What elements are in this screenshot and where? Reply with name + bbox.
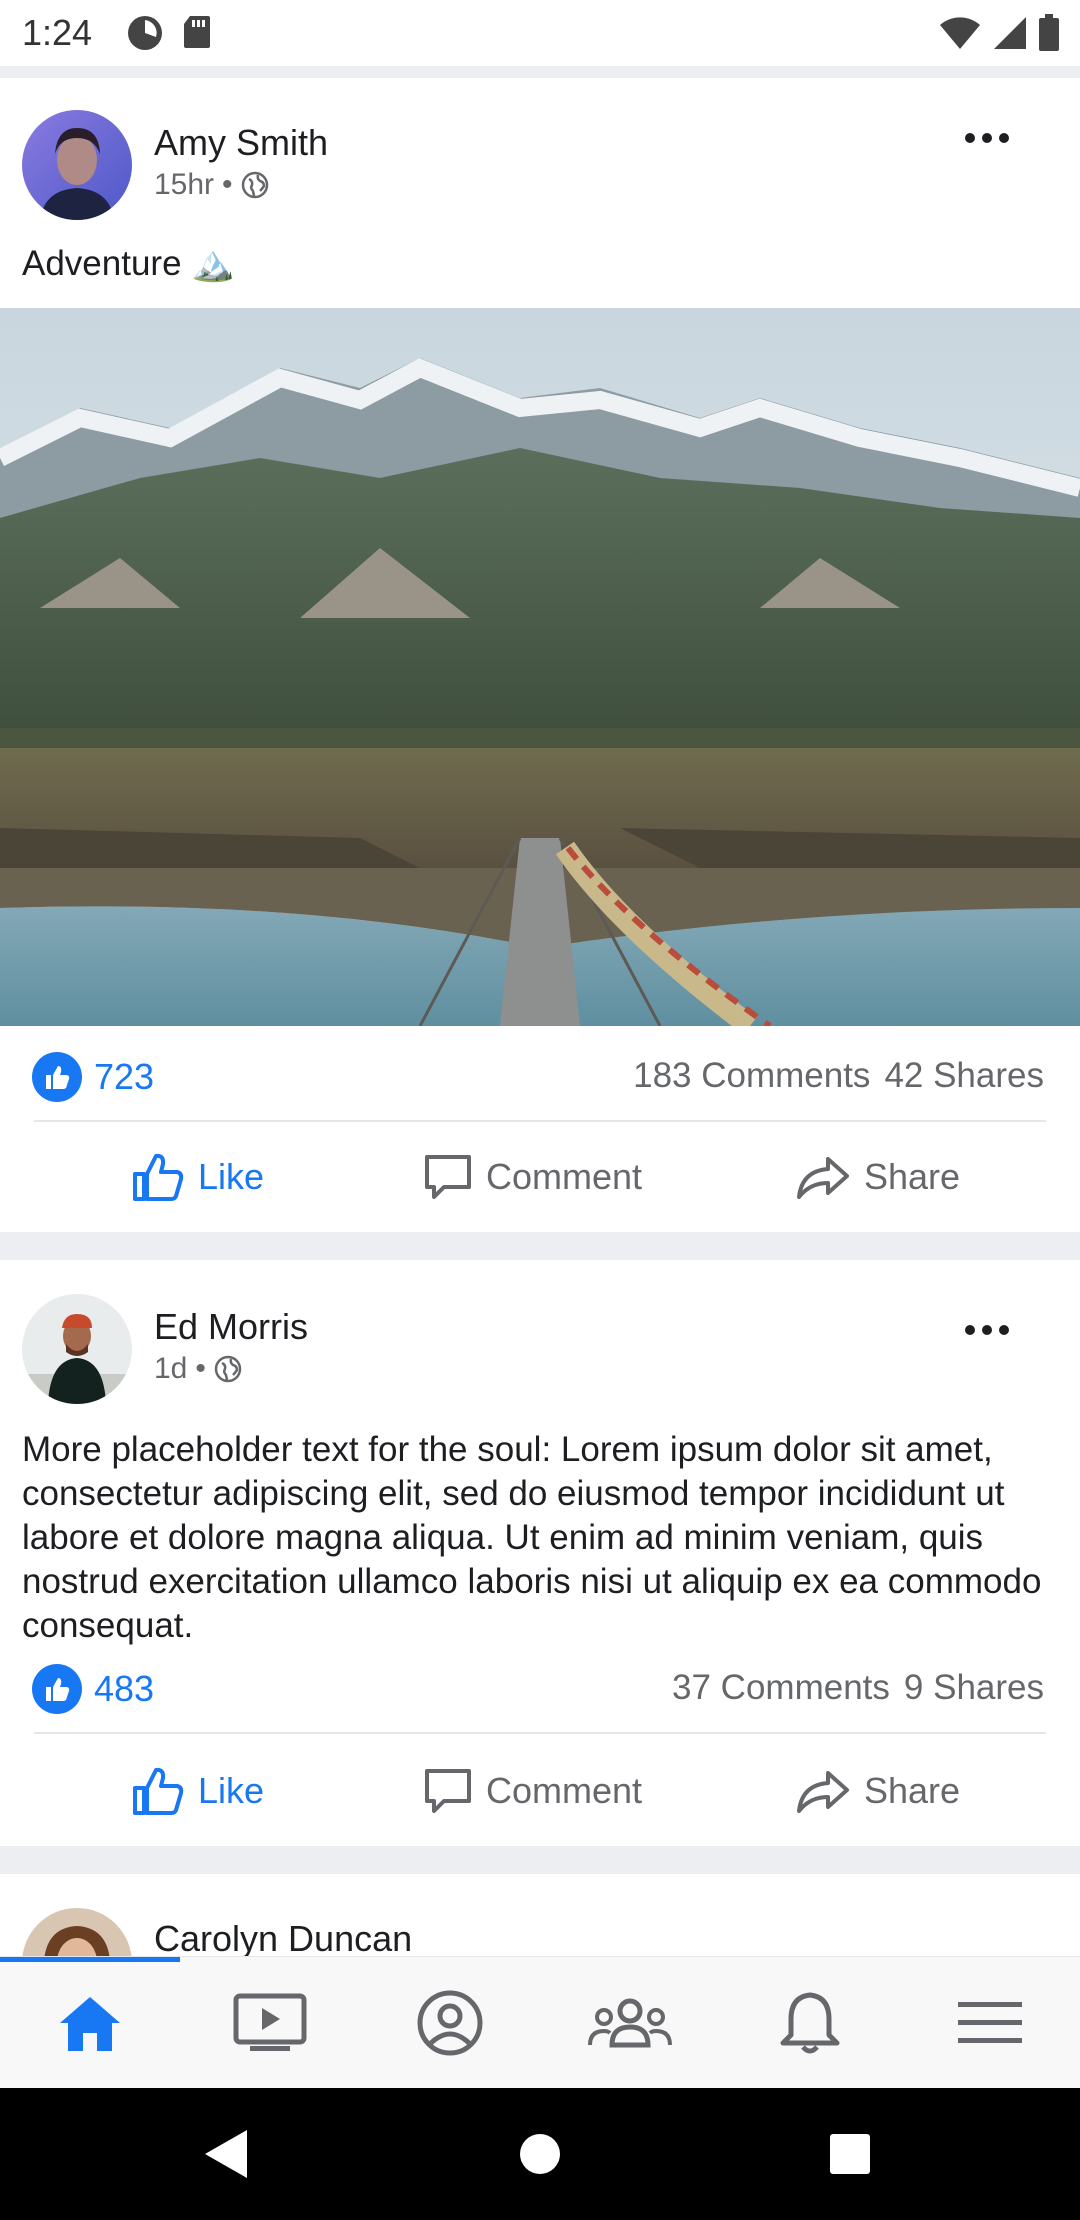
notifications-icon bbox=[780, 1992, 840, 2054]
comment-button[interactable]: Comment bbox=[424, 1132, 642, 1222]
share-count[interactable]: 9 Shares bbox=[904, 1668, 1044, 1708]
sd-card-icon bbox=[184, 16, 210, 48]
like-label: Like bbox=[198, 1156, 265, 1197]
comment-label: Comment bbox=[486, 1770, 643, 1811]
feed-separator bbox=[0, 1846, 1080, 1874]
status-time: 1:24 bbox=[22, 12, 93, 53]
like-count[interactable]: 723 bbox=[94, 1056, 154, 1098]
more-options-button[interactable] bbox=[952, 1310, 1022, 1350]
post-time: 15hr bbox=[154, 168, 215, 201]
bottom-navigation bbox=[0, 1956, 1080, 2088]
profile-icon bbox=[417, 1990, 483, 2056]
like-count[interactable]: 483 bbox=[94, 1668, 154, 1710]
nav-menu[interactable] bbox=[900, 1979, 1080, 2067]
thumbs-up-icon bbox=[133, 1153, 184, 1201]
post-time: 1d bbox=[154, 1352, 188, 1385]
comment-count[interactable]: 183 Comments bbox=[633, 1056, 870, 1096]
share-label: Share bbox=[864, 1770, 961, 1811]
post-card: Ed Morris 1d • More placeholder text for… bbox=[0, 1260, 1080, 1846]
home-icon bbox=[60, 1997, 120, 2051]
share-button[interactable]: Share bbox=[796, 1132, 960, 1222]
feed-separator bbox=[0, 66, 1080, 78]
author-name[interactable]: Carolyn Duncan bbox=[154, 1918, 412, 1956]
globe-icon bbox=[241, 171, 268, 199]
comment-label: Comment bbox=[486, 1156, 643, 1197]
like-button[interactable]: Like bbox=[132, 1746, 264, 1836]
author-name[interactable]: Ed Morris bbox=[154, 1306, 308, 1348]
recents-button[interactable] bbox=[820, 2124, 880, 2184]
comment-count[interactable]: 37 Comments bbox=[672, 1668, 890, 1708]
avatar[interactable] bbox=[22, 1294, 132, 1404]
back-icon bbox=[205, 2130, 247, 2178]
battery-icon bbox=[1039, 14, 1059, 51]
divider bbox=[34, 1120, 1046, 1122]
wifi-icon bbox=[940, 17, 980, 49]
video-icon bbox=[233, 1993, 307, 2051]
comment-button[interactable]: Comment bbox=[424, 1746, 642, 1836]
nav-profile[interactable] bbox=[360, 1979, 540, 2067]
thumbs-up-icon bbox=[133, 1767, 184, 1815]
post-card: Carolyn Duncan bbox=[0, 1874, 1080, 1956]
share-label: Share bbox=[864, 1156, 961, 1197]
post-card: Amy Smith 15hr • Adventure 🏔️ 723 183 Co… bbox=[0, 78, 1080, 1232]
share-icon bbox=[797, 1157, 849, 1199]
back-button[interactable] bbox=[196, 2124, 256, 2184]
home-circle-icon bbox=[520, 2134, 560, 2174]
avatar[interactable] bbox=[22, 110, 132, 220]
like-reaction-icon[interactable] bbox=[32, 1052, 82, 1102]
active-tab-indicator bbox=[0, 1957, 180, 1962]
author-name[interactable]: Amy Smith bbox=[154, 122, 328, 164]
post-text: More placeholder text for the soul: Lore… bbox=[22, 1430, 1042, 1645]
recents-icon bbox=[830, 2134, 870, 2174]
post-meta: 15hr • bbox=[154, 168, 269, 202]
like-button[interactable]: Like bbox=[132, 1132, 264, 1222]
comment-icon bbox=[425, 1769, 471, 1813]
share-button[interactable]: Share bbox=[796, 1746, 960, 1836]
like-label: Like bbox=[198, 1770, 265, 1811]
like-reaction-icon[interactable] bbox=[32, 1664, 82, 1714]
nav-notifications[interactable] bbox=[720, 1979, 900, 2067]
divider bbox=[34, 1732, 1046, 1734]
groups-icon bbox=[588, 1998, 672, 2048]
mountain-bridge-photo bbox=[0, 308, 1080, 1026]
nav-video[interactable] bbox=[180, 1979, 360, 2067]
menu-icon bbox=[958, 2002, 1022, 2043]
share-icon bbox=[797, 1771, 849, 1813]
avatar[interactable] bbox=[22, 1908, 132, 1956]
post-meta: 1d • bbox=[154, 1352, 242, 1386]
post-image[interactable] bbox=[0, 308, 1080, 1026]
home-button[interactable] bbox=[510, 2124, 570, 2184]
status-bar: 1:24 bbox=[0, 0, 1080, 66]
comment-icon bbox=[425, 1155, 471, 1199]
signal-icon bbox=[994, 17, 1026, 49]
globe-icon bbox=[214, 1355, 242, 1383]
feed-separator bbox=[0, 1232, 1080, 1260]
meta-separator: • bbox=[195, 1352, 206, 1385]
share-count[interactable]: 42 Shares bbox=[884, 1056, 1044, 1096]
more-options-button[interactable] bbox=[952, 118, 1022, 158]
meta-separator: • bbox=[222, 168, 233, 201]
post-text: Adventure 🏔️ bbox=[22, 244, 235, 283]
system-navigation-bar bbox=[0, 2088, 1080, 2220]
nav-home[interactable] bbox=[0, 1979, 180, 2067]
nav-groups[interactable] bbox=[540, 1979, 720, 2067]
pie-circle-icon bbox=[128, 16, 162, 50]
